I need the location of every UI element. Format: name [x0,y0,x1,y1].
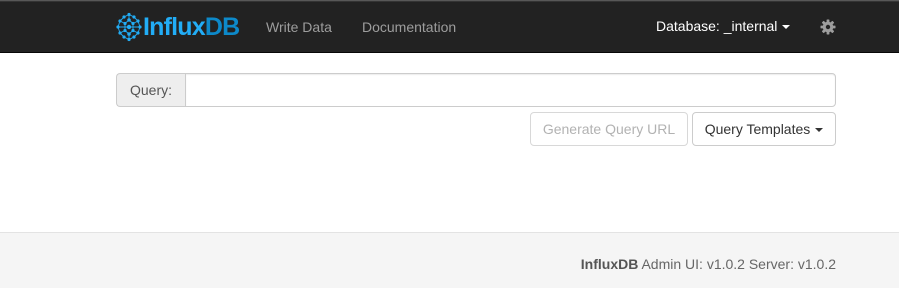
gear-icon[interactable] [820,19,836,35]
query-templates-label: Query Templates [704,121,811,137]
caret-down-icon [782,24,791,29]
query-input[interactable] [185,73,836,107]
query-label: Query: [116,73,185,107]
nav-link-write-data[interactable]: Write Data [266,0,332,53]
generate-query-url-label: Generate Query URL [542,121,676,137]
query-input-group: Query: [116,73,836,107]
brand-logo-link[interactable]: Influx DB [116,11,240,43]
influxdb-logo-icon [116,12,142,42]
brand-text-influx: Influx [143,12,206,41]
brand-text-db: DB [204,12,240,41]
top-navbar: Influx DB Write Data Documentation Databa… [0,0,899,53]
nav-link-documentation[interactable]: Documentation [362,0,456,53]
generate-query-url-button[interactable]: Generate Query URL [530,112,688,146]
footer: InfluxDB Admin UI: v1.0.2 Server: v1.0.2 [0,232,899,288]
database-dropdown[interactable]: Database: _internal [656,0,791,53]
footer-version-info: InfluxDB Admin UI: v1.0.2 Server: v1.0.2 [581,233,836,288]
query-templates-button[interactable]: Query Templates [692,112,836,146]
database-dropdown-label: Database: _internal [656,18,778,34]
caret-down-icon [815,128,824,133]
footer-product-name: InfluxDB [580,256,639,272]
footer-version-text: Admin UI: v1.0.2 Server: v1.0.2 [641,256,836,272]
